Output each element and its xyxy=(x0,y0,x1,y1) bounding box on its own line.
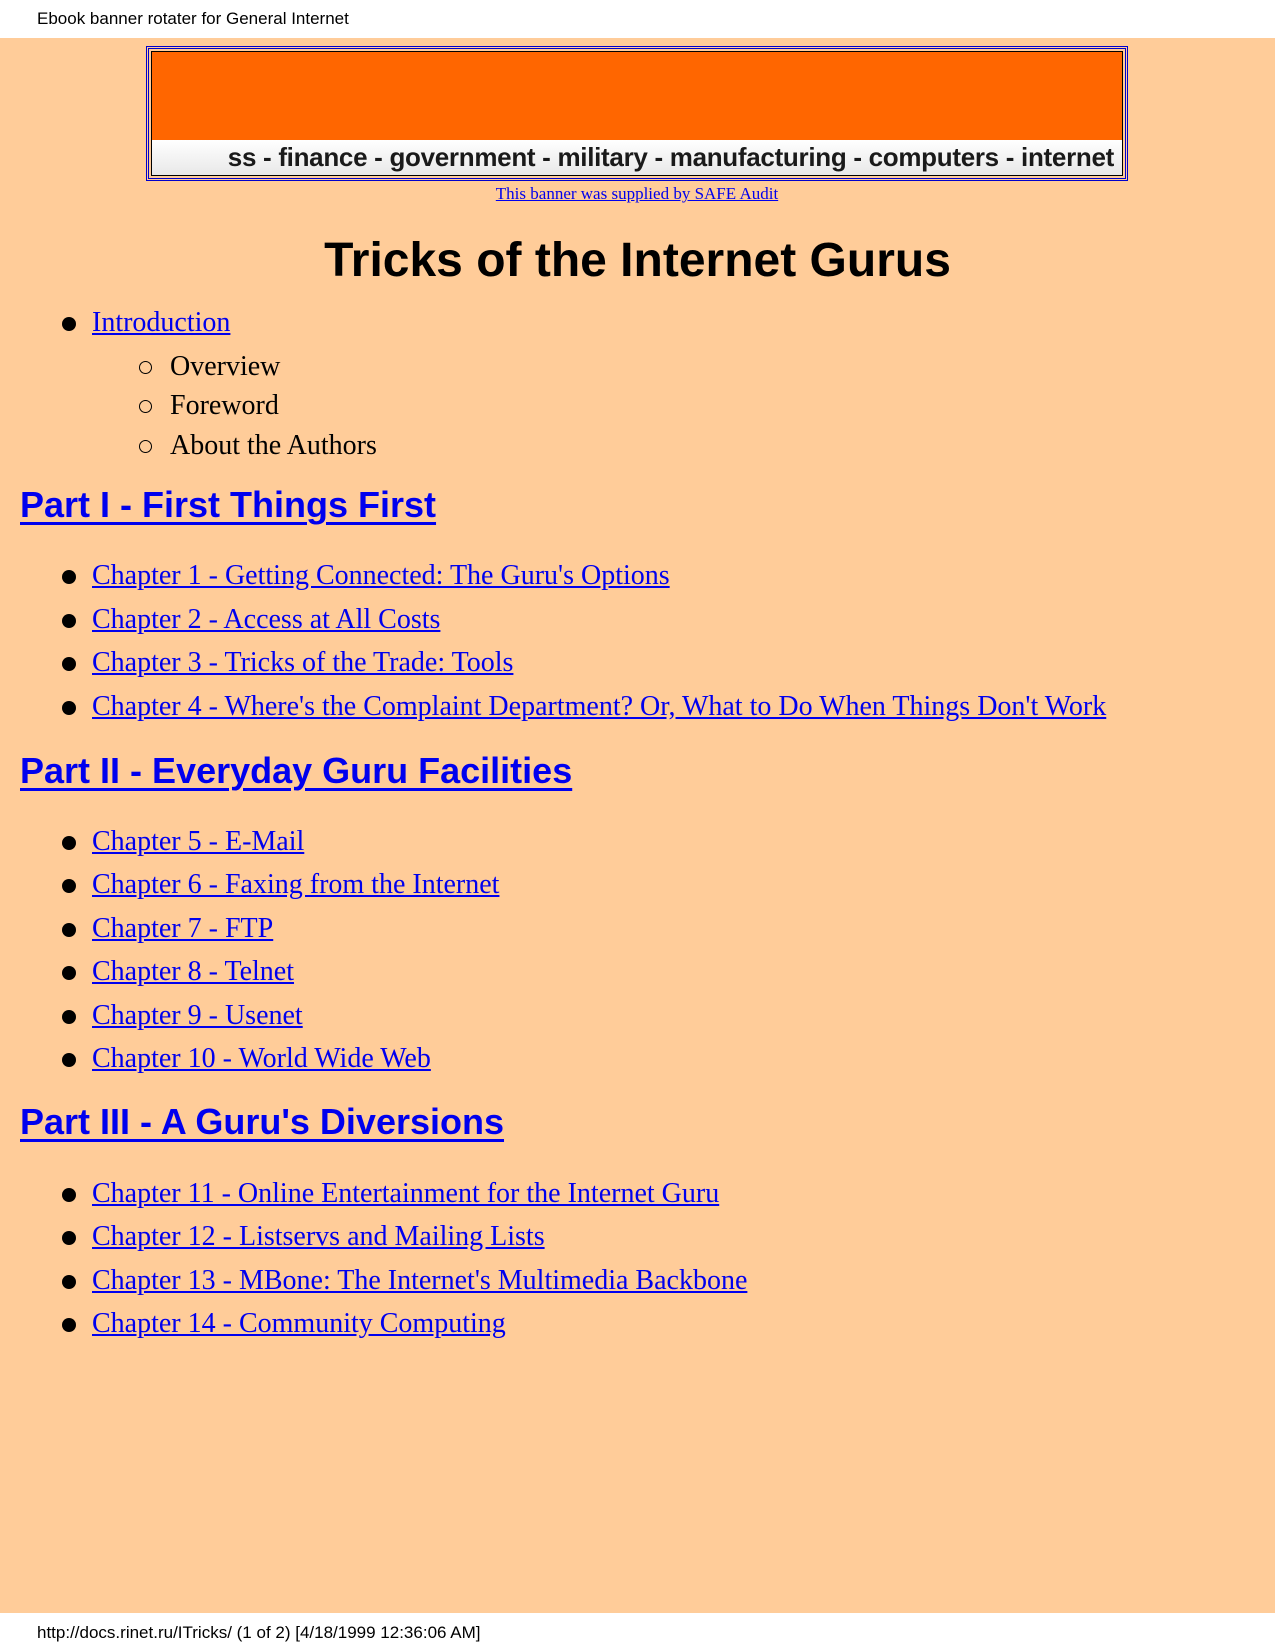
bullet-icon xyxy=(62,569,76,584)
bullet-icon xyxy=(62,1009,76,1024)
banner-ad[interactable]: ss - finance - government - military - m… xyxy=(146,46,1128,181)
subitem-label: Foreword xyxy=(170,390,279,421)
chapter-link[interactable]: Chapter 4 - Where's the Complaint Depart… xyxy=(92,691,1106,722)
part-heading: Part II - Everyday Guru Facilities xyxy=(20,750,572,792)
circle-bullet-icon xyxy=(139,440,152,454)
banner-ticker-text: ss - finance - government - military - m… xyxy=(227,142,1115,172)
chapter-link[interactable]: Chapter 3 - Tricks of the Trade: Tools xyxy=(92,647,513,678)
toc-item: Chapter 6 - Faxing from the Internet xyxy=(62,868,499,902)
bullet-icon xyxy=(62,1230,76,1245)
banner-ticker: ss - finance - government - military - m… xyxy=(152,140,1122,175)
chapter-link[interactable]: Chapter 5 - E-Mail xyxy=(92,826,304,857)
part-heading: Part III - A Guru's Diversions xyxy=(20,1101,504,1143)
chapter-link[interactable]: Chapter 6 - Faxing from the Internet xyxy=(92,869,499,900)
part-heading: Part I - First Things First xyxy=(20,484,436,526)
bullet-icon xyxy=(62,878,76,893)
toc-item: Chapter 4 - Where's the Complaint Depart… xyxy=(62,690,1106,724)
print-footer: http://docs.rinet.ru/ITricks/ (1 of 2) [… xyxy=(0,1613,1275,1651)
chapter-link[interactable]: Chapter 14 - Community Computing xyxy=(92,1308,506,1339)
circle-bullet-icon xyxy=(139,400,152,414)
bullet-icon xyxy=(62,965,76,980)
part-3-link[interactable]: Part III - A Guru's Diversions xyxy=(20,1101,504,1142)
toc-item: Chapter 7 - FTP xyxy=(62,912,273,946)
bullet-icon xyxy=(62,1317,76,1332)
bullet-icon xyxy=(62,613,76,628)
banner-credit-link[interactable]: This banner was supplied by SAFE Audit xyxy=(146,184,1128,204)
subitem-label: About the Authors xyxy=(170,430,377,461)
toc-subitem: Foreword xyxy=(139,389,279,423)
toc-item: Chapter 2 - Access at All Costs xyxy=(62,603,440,637)
toc-item: Chapter 10 - World Wide Web xyxy=(62,1042,431,1076)
chapter-link[interactable]: Chapter 12 - Listservs and Mailing Lists xyxy=(92,1221,545,1252)
banner-area: ss - finance - government - military - m… xyxy=(146,46,1128,204)
part-1-link[interactable]: Part I - First Things First xyxy=(20,484,436,525)
introduction-link[interactable]: Introduction xyxy=(92,307,230,338)
toc-item: Chapter 9 - Usenet xyxy=(62,999,303,1033)
print-header-text: Ebook banner rotater for General Interne… xyxy=(37,9,349,28)
page-title: Tricks of the Internet Gurus xyxy=(324,234,951,287)
chapter-link[interactable]: Chapter 13 - MBone: The Internet's Multi… xyxy=(92,1265,747,1296)
toc-subitem: Overview xyxy=(139,350,280,384)
chapter-link[interactable]: Chapter 7 - FTP xyxy=(92,913,273,944)
print-header: Ebook banner rotater for General Interne… xyxy=(0,0,1275,38)
chapter-link[interactable]: Chapter 1 - Getting Connected: The Guru'… xyxy=(92,560,670,591)
toc-item-introduction: Introduction xyxy=(62,306,230,340)
chapter-link[interactable]: Chapter 2 - Access at All Costs xyxy=(92,604,440,635)
bullet-icon xyxy=(62,316,76,331)
bullet-icon xyxy=(62,1187,76,1202)
chapter-link[interactable]: Chapter 8 - Telnet xyxy=(92,956,294,987)
bullet-icon xyxy=(62,700,76,715)
bullet-icon xyxy=(62,835,76,850)
toc-item: Chapter 8 - Telnet xyxy=(62,955,294,989)
bullet-icon xyxy=(62,1052,76,1067)
bullet-icon xyxy=(62,656,76,671)
toc-subitem: About the Authors xyxy=(139,429,377,463)
print-footer-text: http://docs.rinet.ru/ITricks/ (1 of 2) [… xyxy=(37,1623,481,1642)
part-2-link[interactable]: Part II - Everyday Guru Facilities xyxy=(20,750,572,791)
page-body: ss - finance - government - military - m… xyxy=(0,38,1275,1613)
toc-item: Chapter 11 - Online Entertainment for th… xyxy=(62,1177,719,1211)
chapter-link[interactable]: Chapter 10 - World Wide Web xyxy=(92,1043,431,1074)
toc-item: Chapter 1 - Getting Connected: The Guru'… xyxy=(62,559,670,593)
toc-item: Chapter 14 - Community Computing xyxy=(62,1307,506,1341)
circle-bullet-icon xyxy=(139,361,152,375)
toc-item: Chapter 12 - Listservs and Mailing Lists xyxy=(62,1220,545,1254)
bullet-icon xyxy=(62,922,76,937)
banner-image: ss - finance - government - military - m… xyxy=(151,51,1123,176)
banner-orange-panel xyxy=(152,52,1122,140)
chapter-link[interactable]: Chapter 11 - Online Entertainment for th… xyxy=(92,1178,719,1209)
toc-item: Chapter 5 - E-Mail xyxy=(62,825,304,859)
toc-item: Chapter 3 - Tricks of the Trade: Tools xyxy=(62,646,513,680)
toc-item: Chapter 13 - MBone: The Internet's Multi… xyxy=(62,1264,747,1298)
bullet-icon xyxy=(62,1274,76,1289)
chapter-link[interactable]: Chapter 9 - Usenet xyxy=(92,1000,303,1031)
subitem-label: Overview xyxy=(170,351,281,382)
